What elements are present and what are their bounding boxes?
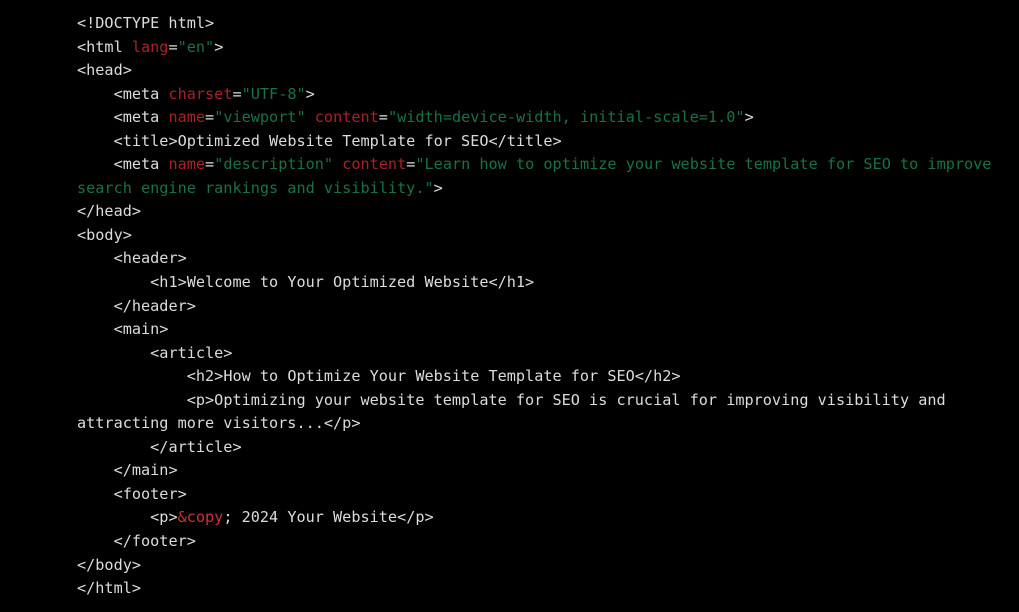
code-line: <p>Optimizing your website template for … xyxy=(77,389,1019,436)
code-token-text: How to Optimize Your Website Template fo… xyxy=(223,367,635,386)
code-token-tag: <h1> xyxy=(77,273,187,292)
code-token-attr: name xyxy=(168,108,206,127)
code-line: <meta name="viewport" content="width=dev… xyxy=(77,106,1019,130)
code-token-tag: <header> xyxy=(77,249,187,268)
code-token-tag: <footer> xyxy=(77,484,187,503)
code-token-tag: </footer> xyxy=(77,532,196,551)
code-line: <body> xyxy=(77,224,1019,248)
code-token-tag: > xyxy=(744,108,754,127)
code-token-punct: = xyxy=(205,155,215,174)
code-token-tag: > xyxy=(433,178,443,197)
code-token-tag: </h1> xyxy=(488,273,535,292)
code-token-punct: = xyxy=(232,84,242,103)
code-token-value: "viewport" xyxy=(214,108,306,127)
code-line: <h2>How to Optimize Your Website Templat… xyxy=(77,365,1019,389)
code-token-tag: <p> xyxy=(77,508,178,527)
code-line: <title>Optimized Website Template for SE… xyxy=(77,130,1019,154)
code-token-tag xyxy=(306,108,315,126)
code-token-tag: <meta xyxy=(77,84,169,103)
code-token-punct: = xyxy=(205,108,215,127)
code-token-tag: </html> xyxy=(77,579,142,598)
code-token-attr: lang xyxy=(131,37,169,56)
code-token-attr: content xyxy=(314,108,379,127)
code-line: </html> xyxy=(77,577,1019,601)
code-line: </head> xyxy=(77,200,1019,224)
code-token-tag: </body> xyxy=(77,555,142,574)
code-token-tag: </header> xyxy=(77,296,196,315)
code-token-tag: </article> xyxy=(77,437,242,456)
code-token-punct: = xyxy=(168,37,178,56)
code-line: </header> xyxy=(77,295,1019,319)
code-token-tag: <main> xyxy=(77,320,169,339)
code-viewer[interactable]: <!DOCTYPE html> <html lang="en"> <head> … xyxy=(0,0,1019,612)
code-token-tag: <article> xyxy=(77,343,233,362)
code-line: <p>&copy; 2024 Your Website</p> xyxy=(77,506,1019,530)
code-line: </footer> xyxy=(77,530,1019,554)
code-line: <html lang="en"> xyxy=(77,36,1019,60)
code-token-tag: </h2> xyxy=(634,367,681,386)
code-token-tag: <head> xyxy=(77,61,132,80)
code-token-tag: <meta xyxy=(77,155,169,174)
code-token-tag: </title> xyxy=(488,131,562,150)
code-token-tag: <title> xyxy=(77,131,178,150)
html-source-code[interactable]: <!DOCTYPE html> <html lang="en"> <head> … xyxy=(0,12,1019,601)
code-token-tag: <html xyxy=(77,37,132,56)
code-token-attr: charset xyxy=(168,84,233,103)
code-token-tag: </p> xyxy=(397,508,434,527)
code-line: <head> xyxy=(77,59,1019,83)
code-line: <meta name="description" content="Learn … xyxy=(77,153,1019,200)
code-token-entity: &copy xyxy=(177,508,224,527)
code-token-text: Optimized Website Template for SEO xyxy=(177,131,489,150)
code-token-tag: <meta xyxy=(77,108,169,127)
code-token-tag: <!DOCTYPE html> xyxy=(77,14,215,32)
code-token-tag: <body> xyxy=(77,225,132,244)
code-line: <article> xyxy=(77,342,1019,366)
code-line: <footer> xyxy=(77,483,1019,507)
code-token-value: "description" xyxy=(214,155,334,174)
code-token-tag: > xyxy=(305,84,315,103)
code-line: <main> xyxy=(77,318,1019,342)
code-line: </body> xyxy=(77,554,1019,578)
code-line: </article> xyxy=(77,436,1019,460)
code-token-text: ; 2024 Your Website xyxy=(223,508,398,527)
code-token-tag: > xyxy=(214,37,224,56)
code-token-attr: name xyxy=(168,155,206,174)
code-token-attr: content xyxy=(342,155,407,174)
code-token-tag: <p> xyxy=(77,390,215,409)
code-line: <h1>Welcome to Your Optimized Website</h… xyxy=(77,271,1019,295)
code-token-tag: </head> xyxy=(77,202,142,221)
code-content: <!DOCTYPE html> <html lang="en"> <head> … xyxy=(77,12,1019,601)
code-token-value: "width=device-width, initial-scale=1.0" xyxy=(387,108,745,127)
code-token-tag xyxy=(333,155,342,173)
code-token-text: Welcome to Your Optimized Website xyxy=(186,273,489,292)
code-token-tag: <h2> xyxy=(77,367,224,386)
code-token-tag: </p> xyxy=(323,414,361,433)
code-token-value: "en" xyxy=(177,37,215,56)
code-token-value: "UTF-8" xyxy=(241,84,306,103)
code-line: <meta charset="UTF-8"> xyxy=(77,83,1019,107)
code-line: <header> xyxy=(77,247,1019,271)
code-token-tag: </main> xyxy=(77,461,178,480)
code-line: <!DOCTYPE html> xyxy=(77,12,1019,36)
code-token-punct: = xyxy=(378,108,388,127)
code-line: </main> xyxy=(77,459,1019,483)
